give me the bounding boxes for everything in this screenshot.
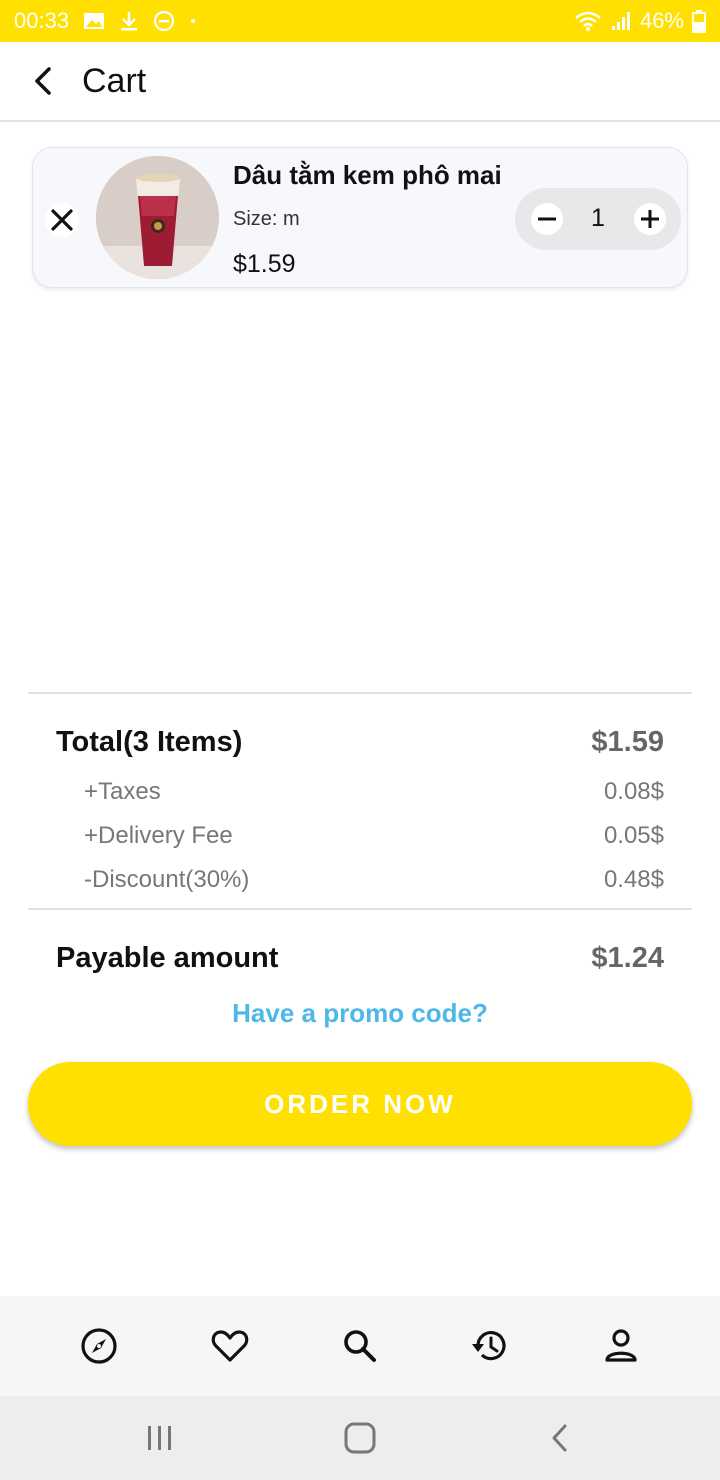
item-name: Dâu tằm kem phô mai xyxy=(233,160,502,190)
summary-divider-bottom xyxy=(28,908,692,910)
download-notification-icon xyxy=(119,10,139,32)
nav-search[interactable] xyxy=(324,1310,396,1382)
back-icon xyxy=(552,1424,567,1452)
home-icon xyxy=(344,1422,376,1454)
payable-value: $1.24 xyxy=(591,942,664,974)
decrease-quantity-button[interactable] xyxy=(531,203,563,235)
system-navigation-bar xyxy=(0,1396,720,1480)
taxes-label: +Taxes xyxy=(84,778,161,805)
summary-divider-top xyxy=(28,692,692,694)
page-title: Cart xyxy=(82,61,147,100)
payable-row: Payable amount $1.24 xyxy=(56,942,664,975)
chevron-left-icon xyxy=(35,67,51,95)
payable-label: Payable amount xyxy=(56,942,279,974)
taxes-row: +Taxes 0.08$ xyxy=(84,778,664,806)
quantity-stepper: 1 xyxy=(515,188,681,250)
nav-profile[interactable] xyxy=(585,1310,657,1382)
search-icon xyxy=(344,1330,376,1362)
cart-item-card: Dâu tằm kem phô mai Size: m $1.59 1 xyxy=(32,147,688,288)
status-time: 00:33 xyxy=(14,8,70,33)
nav-favorites[interactable] xyxy=(194,1310,266,1382)
plus-icon xyxy=(641,210,659,228)
item-size: Size: m xyxy=(233,208,300,230)
home-button[interactable] xyxy=(320,1408,400,1468)
delivery-fee-row: +Delivery Fee 0.05$ xyxy=(84,822,664,850)
nav-explore[interactable] xyxy=(63,1310,135,1382)
recents-icon xyxy=(148,1426,171,1450)
quantity-value: 1 xyxy=(591,204,605,232)
recents-button[interactable] xyxy=(120,1408,200,1468)
item-price: $1.59 xyxy=(233,250,296,278)
total-row: Total(3 Items) $1.59 xyxy=(56,726,664,759)
wifi-icon xyxy=(574,10,602,32)
discount-row: -Discount(30%) 0.48$ xyxy=(84,866,664,894)
discount-value: 0.48$ xyxy=(603,866,664,893)
close-icon xyxy=(51,209,73,231)
dot-notification-icon xyxy=(189,17,197,25)
heart-icon xyxy=(211,1330,248,1362)
battery-icon xyxy=(692,9,706,33)
taxes-value: 0.08$ xyxy=(603,778,664,805)
signal-icon xyxy=(610,10,632,32)
remove-item-button[interactable] xyxy=(45,203,79,237)
app-header: Cart xyxy=(0,42,720,122)
compass-icon xyxy=(81,1328,117,1364)
product-image xyxy=(96,156,219,279)
discount-label: -Discount(30%) xyxy=(84,866,250,893)
total-value: $1.59 xyxy=(591,726,664,758)
gallery-notification-icon xyxy=(83,11,105,31)
system-back-button[interactable] xyxy=(520,1408,600,1468)
person-icon xyxy=(605,1329,637,1362)
total-label: Total(3 Items) xyxy=(56,726,243,758)
increase-quantity-button[interactable] xyxy=(634,203,666,235)
delivery-fee-value: 0.05$ xyxy=(603,822,664,849)
battery-percentage: 46% xyxy=(639,8,684,33)
order-now-button[interactable]: ORDER NOW xyxy=(28,1062,692,1146)
delivery-fee-label: +Delivery Fee xyxy=(84,822,233,849)
history-icon xyxy=(472,1331,506,1361)
promo-code-link[interactable]: Have a promo code? xyxy=(0,998,720,1029)
back-button[interactable] xyxy=(14,51,74,111)
nav-history[interactable] xyxy=(454,1310,526,1382)
status-bar: 00:33 46% xyxy=(0,0,720,42)
do-not-disturb-icon xyxy=(153,10,175,32)
bottom-navigation xyxy=(0,1296,720,1396)
minus-icon xyxy=(538,217,556,221)
